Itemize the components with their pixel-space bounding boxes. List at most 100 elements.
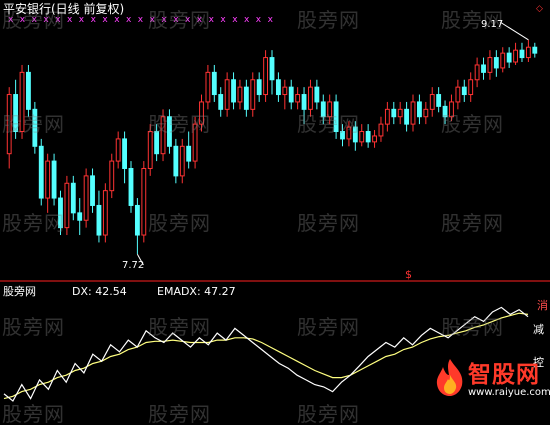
emadx-value: EMADX: 47.27 [157, 285, 236, 298]
candle-body [122, 138, 128, 169]
side-label-a: 消 [537, 299, 548, 312]
candle-body [378, 123, 384, 137]
candle-body [384, 108, 390, 125]
top-signal-marker: x [102, 15, 108, 25]
candle-body [263, 57, 269, 96]
candle-body [243, 86, 249, 110]
top-signal-marker: x [232, 15, 238, 25]
watermark: 股旁网 [297, 8, 360, 32]
candle-body [359, 131, 365, 143]
candle-body [26, 71, 31, 110]
indicator-name: 股旁网 [3, 285, 36, 298]
watermark: 股旁网 [2, 211, 65, 235]
watermark: 股旁网 [2, 402, 65, 425]
side-label-b: 减 [533, 323, 544, 336]
candle-body [109, 160, 115, 192]
candle-body [90, 175, 95, 206]
candle-body [38, 145, 44, 199]
candle-body [224, 79, 230, 110]
candle-body [173, 145, 179, 177]
candle-body [525, 46, 531, 59]
candle-body [269, 57, 275, 81]
candle-body [205, 71, 211, 103]
candle-body [487, 57, 493, 73]
candle-body [468, 79, 474, 96]
watermark: 股旁网 [148, 402, 211, 425]
candle-body [250, 79, 256, 110]
candle-body [147, 131, 153, 169]
watermark: 股旁网 [2, 112, 65, 136]
candle-body [51, 160, 57, 199]
top-signal-marker: x [79, 15, 85, 25]
candle-body [519, 49, 525, 59]
candle-body [288, 86, 294, 103]
candle-body [211, 71, 217, 96]
candle-body [455, 86, 461, 103]
diamond-icon: ◇ [536, 4, 543, 14]
candle-body [481, 64, 486, 73]
candle-body [500, 52, 506, 69]
candle-body [45, 160, 51, 199]
candle-body [70, 182, 76, 214]
candle-body [102, 190, 108, 236]
watermark: 股旁网 [148, 8, 211, 32]
candle-body [461, 86, 467, 96]
candle-body [115, 138, 121, 162]
logo-url: www.raiyue.com [468, 387, 550, 398]
candle-body [83, 175, 89, 221]
candle-body [237, 86, 243, 103]
watermark: 股旁网 [441, 211, 504, 235]
top-signal-marker: x [220, 15, 226, 25]
site-logo[interactable]: 智股网 www.raiyue.com [432, 355, 550, 425]
high-price-label: 9.17 [481, 19, 504, 30]
watermark: 股旁网 [148, 112, 211, 136]
candle-body [423, 108, 429, 118]
candle-body [314, 86, 320, 103]
watermark: 股旁网 [441, 315, 504, 339]
candle-body [429, 94, 435, 110]
candle-body [391, 108, 397, 118]
candle-body [96, 204, 102, 236]
watermark: 股旁网 [441, 112, 504, 136]
candle-body [275, 79, 281, 96]
top-signal-marker: x [91, 15, 97, 25]
high-leader-line [499, 21, 529, 41]
logo-title: 智股网 [468, 362, 540, 388]
candle-body [474, 64, 480, 81]
candle-body [416, 101, 422, 118]
candle-body [532, 46, 538, 54]
top-signal-marker: x [126, 15, 132, 25]
candle-body [365, 131, 371, 143]
candle-body [436, 94, 442, 107]
stock-chart-window: xxxxxxxxxxxxxxxxxxxxxxx 股旁网 股旁网 股旁网 股旁网 … [0, 0, 550, 425]
candle-body [404, 108, 410, 125]
candle-body [308, 86, 313, 110]
signal-dollar-icon: $ [405, 268, 412, 281]
candle-body [282, 86, 288, 96]
candle-body [256, 79, 262, 96]
flame-icon [436, 359, 463, 396]
candle-body [372, 135, 377, 143]
candle-body [64, 182, 70, 229]
candle-body [410, 101, 416, 125]
candle-body [493, 57, 499, 69]
candle-body [134, 204, 140, 236]
candle-body [513, 49, 518, 63]
top-signal-marker: x [256, 15, 262, 25]
candle-body [77, 212, 83, 221]
watermark: 股旁网 [148, 315, 211, 339]
low-price-label: 7.72 [122, 260, 145, 271]
watermark: 股旁网 [297, 211, 360, 235]
top-signal-marker: x [114, 15, 120, 25]
candle-body [218, 94, 224, 110]
watermark: 股旁网 [148, 211, 211, 235]
watermark: 股旁网 [297, 315, 360, 339]
candle-body [128, 167, 134, 206]
watermark: 股旁网 [2, 315, 65, 339]
candle-body [231, 79, 236, 103]
candle-body [397, 108, 403, 118]
chart-title: 平安银行(日线 前复权) [3, 2, 125, 16]
watermark: 股旁网 [297, 402, 360, 425]
candle-body [179, 145, 185, 177]
candle-body [506, 52, 512, 63]
